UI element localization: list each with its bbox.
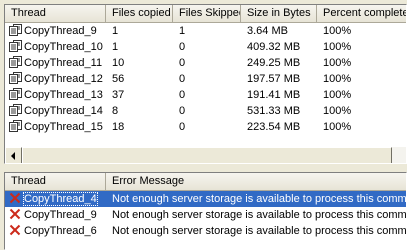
- percent-complete-cell: 100%: [323, 41, 352, 53]
- thread-cell: CopyThread_9: [5, 207, 106, 223]
- thread-name: CopyThread_9: [24, 25, 97, 37]
- table-row[interactable]: CopyThread_14 8 0 531.33 MB 100%: [5, 103, 406, 119]
- column-header-thread[interactable]: Thread: [5, 5, 106, 23]
- error-row[interactable]: CopyThread_4 Not enough server storage is…: [5, 191, 406, 207]
- size-cell: 249.25 MB: [247, 57, 301, 69]
- size-cell: 531.33 MB: [247, 105, 301, 117]
- column-header-error-message[interactable]: Error Message: [106, 173, 406, 191]
- thread-name: CopyThread_14: [24, 105, 103, 117]
- copy-threads-list[interactable]: Thread Files copied Files Skipped Size i…: [4, 4, 407, 164]
- thread-cell: CopyThread_12: [5, 71, 106, 87]
- files-copied-cell: 10: [112, 57, 125, 69]
- error-message-cell: Not enough server storage is available t…: [112, 193, 407, 205]
- table-row[interactable]: CopyThread_9 1 1 3.64 MB 100%: [5, 23, 406, 39]
- files-skipped-cell: 0: [179, 89, 186, 101]
- copy-document-icon: [9, 120, 22, 132]
- files-copied-cell: 1: [112, 41, 119, 53]
- files-copied-cell: 18: [112, 121, 125, 133]
- column-header-size[interactable]: Size in Bytes: [241, 5, 317, 23]
- thread-cell: CopyThread_13: [5, 87, 106, 103]
- horizontal-scrollbar[interactable]: [5, 147, 406, 163]
- copy-document-icon: [9, 56, 22, 68]
- error-x-icon: [9, 224, 21, 236]
- error-row[interactable]: CopyThread_6 Not enough server storage is…: [5, 223, 406, 239]
- thread-name: CopyThread_15: [24, 121, 103, 133]
- thread-name: CopyThread_9: [24, 209, 97, 221]
- thread-name: CopyThread_11: [24, 57, 103, 69]
- error-list-header: Thread Error Message: [5, 173, 406, 191]
- thread-cell: CopyThread_9: [5, 23, 106, 39]
- size-cell: 3.64 MB: [247, 25, 288, 37]
- size-cell: 197.57 MB: [247, 73, 301, 85]
- table-row[interactable]: CopyThread_13 37 0 191.41 MB 100%: [5, 87, 406, 103]
- copy-document-icon: [9, 72, 22, 84]
- column-header-files-skipped[interactable]: Files Skipped: [173, 5, 241, 23]
- arrow-left-icon: [11, 152, 15, 160]
- column-header-thread[interactable]: Thread: [5, 173, 106, 191]
- files-copied-cell: 37: [112, 89, 125, 101]
- table-row[interactable]: CopyThread_10 1 0 409.32 MB 100%: [5, 39, 406, 55]
- percent-complete-cell: 100%: [323, 57, 352, 69]
- copy-document-icon: [9, 88, 22, 100]
- copy-document-icon: [9, 104, 22, 116]
- thread-cell: CopyThread_14: [5, 103, 106, 119]
- thread-cell: CopyThread_6: [5, 223, 106, 239]
- error-rows: CopyThread_4 Not enough server storage is…: [5, 191, 406, 239]
- files-skipped-cell: 0: [179, 105, 186, 117]
- thread-name: CopyThread_6: [24, 225, 97, 237]
- thread-name: CopyThread_12: [24, 73, 103, 85]
- percent-complete-cell: 100%: [323, 89, 352, 101]
- copy-threads-rows: CopyThread_9 1 1 3.64 MB 100% CopyThread_10 1 0…: [5, 23, 406, 135]
- percent-complete-cell: 100%: [323, 25, 352, 37]
- thread-cell: CopyThread_15: [5, 119, 106, 135]
- scrollbar-thumb[interactable]: [22, 147, 392, 163]
- files-skipped-cell: 0: [179, 57, 186, 69]
- percent-complete-cell: 100%: [323, 121, 352, 133]
- error-x-icon: [9, 208, 21, 220]
- error-x-icon: [9, 192, 21, 204]
- copy-document-icon: [9, 40, 22, 52]
- error-row[interactable]: CopyThread_9 Not enough server storage is…: [5, 207, 406, 223]
- thread-cell: CopyThread_4: [5, 191, 106, 207]
- files-skipped-cell: 0: [179, 41, 186, 53]
- thread-name: CopyThread_4: [23, 192, 98, 206]
- table-row[interactable]: CopyThread_11 10 0 249.25 MB 100%: [5, 55, 406, 71]
- scroll-left-button[interactable]: [5, 147, 22, 163]
- thread-cell: CopyThread_11: [5, 55, 106, 71]
- files-copied-cell: 8: [112, 105, 119, 117]
- files-skipped-cell: 0: [179, 121, 186, 133]
- copy-threads-header: Thread Files copied Files Skipped Size i…: [5, 5, 406, 23]
- size-cell: 409.32 MB: [247, 41, 301, 53]
- thread-cell: CopyThread_10: [5, 39, 106, 55]
- thread-name: CopyThread_13: [24, 89, 103, 101]
- percent-complete-cell: 100%: [323, 105, 352, 117]
- error-message-cell: Not enough server storage is available t…: [112, 225, 407, 237]
- column-header-files-copied[interactable]: Files copied: [106, 5, 173, 23]
- copy-document-icon: [9, 24, 22, 36]
- size-cell: 223.54 MB: [247, 121, 301, 133]
- thread-name: CopyThread_10: [24, 41, 103, 53]
- size-cell: 191.41 MB: [247, 89, 301, 101]
- error-list[interactable]: Thread Error Message CopyThread_4 Not eno…: [4, 172, 407, 250]
- error-message-cell: Not enough server storage is available t…: [112, 209, 407, 221]
- percent-complete-cell: 100%: [323, 73, 352, 85]
- files-copied-cell: 1: [112, 25, 119, 37]
- files-skipped-cell: 1: [179, 25, 186, 37]
- table-row[interactable]: CopyThread_15 18 0 223.54 MB 100%: [5, 119, 406, 135]
- files-copied-cell: 56: [112, 73, 125, 85]
- table-row[interactable]: CopyThread_12 56 0 197.57 MB 100%: [5, 71, 406, 87]
- files-skipped-cell: 0: [179, 73, 186, 85]
- column-header-percent-complete[interactable]: Percent complete: [317, 5, 406, 23]
